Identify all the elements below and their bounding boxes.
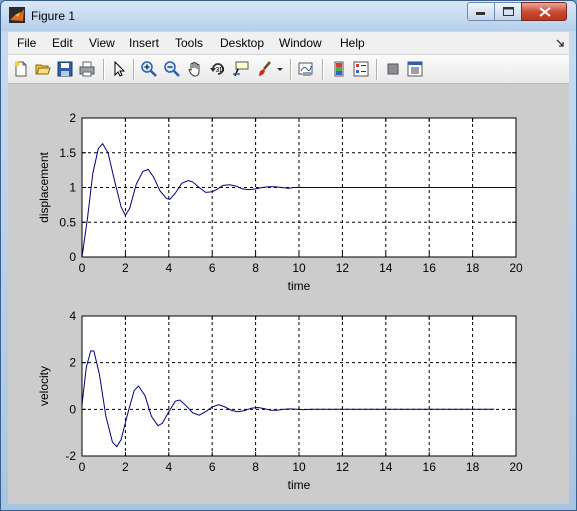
dock-arrow-icon[interactable] — [556, 39, 565, 48]
x-tick-label: 10 — [292, 261, 306, 275]
x-tick-label: 14 — [379, 261, 393, 275]
x-tick-label: 10 — [292, 460, 306, 474]
menu-insert[interactable]: Insert — [129, 36, 159, 50]
plot-canvas: 0 2 4 6 8 10 12 14 16 18 2000.511.52timedisplaceme… — [37, 111, 523, 492]
pan-hand-icon[interactable] — [186, 60, 204, 78]
x-tick-label: 4 — [165, 460, 172, 474]
menu-desktop[interactable]: Desktop — [220, 36, 264, 50]
x-tick-label: 2 — [122, 261, 129, 275]
menu-view[interactable]: View — [89, 36, 115, 50]
colorbar-icon[interactable] — [330, 60, 348, 78]
window-title: Figure 1 — [31, 9, 76, 23]
y-tick-label: 1 — [69, 181, 76, 195]
figure-toolbar: 3D — [8, 54, 569, 84]
show-plot-tools-icon[interactable] — [406, 60, 424, 78]
maximize-icon — [503, 7, 514, 16]
axes-1: 0 2 4 6 8 10 12 14 16 18 20 0 0.5 1 1.5 2 time displaceme… — [37, 111, 523, 293]
maximize-button[interactable] — [494, 2, 522, 21]
brush-dropdown-icon[interactable] — [276, 60, 284, 78]
link-plot-icon[interactable] — [297, 60, 315, 78]
x-axis-label: time — [288, 478, 311, 492]
x-tick-label: 8 — [252, 460, 259, 474]
y-axis-label: displacement — [37, 151, 51, 222]
menu-tools[interactable]: Tools — [175, 36, 203, 50]
rotate-3d-icon[interactable]: 3D — [209, 60, 227, 78]
toolbar-separator — [103, 59, 105, 80]
x-tick-label: 2 — [122, 460, 129, 474]
save-icon[interactable] — [56, 60, 74, 78]
x-tick-label: 6 — [209, 460, 216, 474]
print-icon[interactable] — [78, 60, 96, 78]
brush-icon[interactable] — [256, 60, 274, 78]
zoom-out-icon[interactable] — [163, 60, 181, 78]
y-tick-label: 0.5 — [59, 215, 76, 229]
menu-edit[interactable]: Edit — [52, 36, 73, 50]
x-tick-label: 18 — [466, 261, 480, 275]
new-figure-icon[interactable] — [12, 60, 30, 78]
x-tick-label: 4 — [165, 261, 172, 275]
x-tick-label: 14 — [379, 460, 393, 474]
legend-icon[interactable] — [352, 60, 370, 78]
x-tick-label: 16 — [423, 261, 437, 275]
edit-plot-arrow-icon[interactable] — [110, 60, 128, 78]
matlab-logo-icon — [9, 7, 25, 23]
minimize-button[interactable] — [467, 2, 495, 21]
figure-canvas: 0 2 4 6 8 10 12 14 16 18 20 0 0.5 1 1.5 2 time displaceme… — [8, 84, 569, 504]
x-tick-label: 20 — [509, 261, 523, 275]
x-tick-label: 20 — [509, 460, 523, 474]
menu-window[interactable]: Window — [279, 36, 322, 50]
x-tick-label: 0 — [79, 460, 86, 474]
x-tick-label: 12 — [336, 261, 350, 275]
x-axis-label: time — [288, 279, 311, 293]
toolbar-separator — [322, 59, 324, 80]
x-tick-label: 16 — [423, 460, 437, 474]
title-bar[interactable]: Figure 1 — [1, 1, 576, 31]
close-icon — [539, 7, 551, 17]
y-tick-label: -2 — [65, 449, 76, 463]
figure-window: Figure 1 File Edit View Insert Tools Des… — [0, 0, 577, 511]
toolbar-separator — [290, 59, 292, 80]
hide-plot-tools-icon[interactable] — [384, 60, 402, 78]
toolbar-separator — [376, 59, 378, 80]
data-cursor-icon[interactable] — [232, 60, 250, 78]
y-tick-label: 0 — [69, 250, 76, 264]
open-file-icon[interactable] — [34, 60, 52, 78]
menu-bar: File Edit View Insert Tools Desktop Wind… — [8, 32, 569, 54]
zoom-in-icon[interactable] — [140, 60, 158, 78]
y-axis-label: velocity — [37, 366, 51, 406]
y-tick-label: 0 — [69, 402, 76, 416]
menu-file[interactable]: File — [17, 36, 36, 50]
menu-help[interactable]: Help — [340, 36, 365, 50]
x-tick-label: 8 — [252, 261, 259, 275]
axes-2: 0 2 4 6 8 10 12 14 16 18 20-2024timevelocity — [37, 309, 523, 492]
x-tick-label: 12 — [336, 460, 350, 474]
y-tick-label: 2 — [69, 111, 76, 125]
x-tick-label: 18 — [466, 460, 480, 474]
y-tick-label: 2 — [69, 356, 76, 370]
y-tick-label: 4 — [69, 309, 76, 323]
close-button[interactable] — [521, 2, 567, 21]
toolbar-separator — [133, 59, 135, 80]
svg-text:3D: 3D — [216, 67, 225, 74]
x-tick-label: 6 — [209, 261, 216, 275]
y-tick-label: 1.5 — [59, 146, 76, 160]
x-tick-label: 0 — [79, 261, 86, 275]
minimize-icon — [476, 12, 485, 15]
